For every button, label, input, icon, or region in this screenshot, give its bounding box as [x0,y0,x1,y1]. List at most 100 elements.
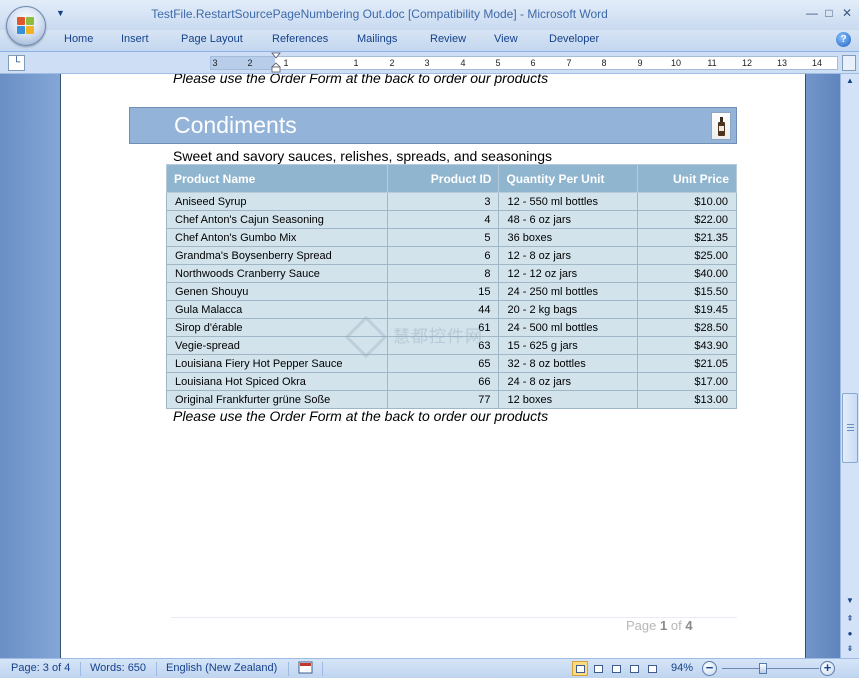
cell-product-name: Northwoods Cranberry Sauce [166,264,388,283]
cell-product-id: 8 [386,264,500,283]
close-button[interactable]: ✕ [838,4,856,22]
cell-quantity: 24 - 8 oz jars [498,372,639,391]
scroll-thumb[interactable] [842,393,858,463]
order-form-note-top: Please use the Order Form at the back to… [173,74,549,86]
browse-object-button[interactable]: ● [842,627,858,641]
office-button[interactable] [6,6,46,46]
cell-unit-price: $13.00 [637,390,737,409]
cell-quantity: 12 - 12 oz jars [498,264,639,283]
category-title: Condiments [174,112,297,138]
cell-product-name: Aniseed Syrup [166,192,388,211]
document-area: Please use the Order Form at the back to… [0,74,840,658]
view-ruler-button[interactable] [842,55,856,71]
tab-review[interactable]: Review [430,33,466,45]
ruler-number: 10 [670,58,682,68]
cell-quantity: 12 - 8 oz jars [498,246,639,265]
status-page-number[interactable]: Page: 3 of 4 [11,662,70,674]
status-word-count[interactable]: Words: 650 [90,662,146,674]
table-row: Chef Anton's Cajun Seasoning 4 48 - 6 oz j… [166,210,737,229]
tab-developer[interactable]: Developer [549,33,599,45]
tab-mailings[interactable]: Mailings [357,33,397,45]
cell-unit-price: $19.45 [637,300,737,319]
zoom-slider-track[interactable] [722,668,819,669]
cell-unit-price: $22.00 [637,210,737,229]
ruler-number: 4 [460,58,466,68]
ruler-number: 7 [566,58,572,68]
ruler-number: 2 [247,58,253,68]
ruler-number: 11 [707,58,717,68]
ruler-left-margin [211,57,275,69]
table-row: Chef Anton's Gumbo Mix 5 36 boxes $21.35 [166,228,737,247]
cell-product-id: 44 [386,300,500,319]
cell-product-name: Chef Anton's Cajun Seasoning [166,210,388,229]
ruler-number: 8 [601,58,607,68]
cell-quantity: 36 boxes [498,228,639,247]
cell-product-id: 77 [386,390,500,409]
tab-references[interactable]: References [272,33,328,45]
column-header-quantity: Quantity Per Unit [498,164,639,193]
outline-view-button[interactable] [626,661,642,676]
macro-record-icon[interactable] [298,661,314,678]
draft-icon [648,665,657,673]
zoom-in-button[interactable]: + [820,661,835,676]
office-logo-icon [17,17,35,35]
document-page[interactable]: Please use the Order Form at the back to… [60,74,806,658]
cell-product-id: 15 [386,282,500,301]
category-description: Sweet and savory sauces, relishes, sprea… [173,148,552,164]
maximize-button[interactable]: □ [820,4,838,22]
cell-unit-price: $21.35 [637,228,737,247]
order-form-note-bottom: Please use the Order Form at the back to… [173,408,549,424]
vertical-scrollbar[interactable]: ▲ ▼ ⇞ ● ⇟ [840,74,859,658]
cell-product-id: 65 [386,354,500,373]
print-layout-view-button[interactable] [572,661,588,676]
minimize-button[interactable]: — [803,4,821,22]
cell-unit-price: $40.00 [637,264,737,283]
ruler-number: 12 [741,58,753,68]
help-icon[interactable]: ? [836,32,851,47]
zoom-out-button[interactable]: − [702,661,717,676]
status-bar: Page: 3 of 4 Words: 650 English (New Zea… [0,658,859,678]
category-picture[interactable] [711,112,731,140]
full-screen-reading-button[interactable] [590,661,606,676]
status-language[interactable]: English (New Zealand) [166,662,277,674]
column-header-unit-price: Unit Price [637,164,737,193]
table-row: Louisiana Hot Spiced Okra 66 24 - 8 oz jar… [166,372,737,391]
table-row: Original Frankfurter grüne Soße 77 12 boxe… [166,390,737,409]
cell-product-name: Louisiana Fiery Hot Pepper Sauce [166,354,388,373]
ruler-number: 5 [495,58,501,68]
table-row: Aniseed Syrup 3 12 - 550 ml bottles $10.00 [166,192,737,211]
tab-home[interactable]: Home [64,33,93,45]
print-layout-icon [576,665,585,673]
cell-unit-price: $21.05 [637,354,737,373]
next-page-button[interactable]: ⇟ [842,642,858,656]
zoom-level[interactable]: 94% [671,662,693,674]
horizontal-ruler[interactable]: 3 2 1 1 2 3 4 5 6 7 8 9 10 11 12 13 14 [210,56,838,70]
cell-quantity: 12 boxes [498,390,639,409]
page-footer: Page 1 of 4 [626,618,693,633]
ruler-number: 1 [283,58,289,68]
tab-page-layout[interactable]: Page Layout [181,33,243,45]
footer-page-word: Page [626,618,657,633]
cell-product-name: Grandma's Boysenberry Spread [166,246,388,265]
cell-product-id: 4 [386,210,500,229]
previous-page-button[interactable]: ⇞ [842,612,858,626]
category-header: Condiments [129,107,737,144]
cell-product-name: Gula Malacca [166,300,388,319]
ruler-number: 13 [776,58,788,68]
ruler-number: 3 [212,58,218,68]
reading-icon [594,665,603,673]
cell-quantity: 32 - 8 oz bottles [498,354,639,373]
scroll-down-button[interactable]: ▼ [842,594,858,608]
products-table: Product Name Product ID Quantity Per Uni… [166,164,737,409]
draft-view-button[interactable] [644,661,660,676]
zoom-slider-thumb[interactable] [759,663,767,674]
indent-marker-icon[interactable] [271,52,281,74]
title-bar: ▼ TestFile.RestartSourcePageNumbering Ou… [0,0,859,30]
scroll-up-button[interactable]: ▲ [842,74,858,88]
tab-insert[interactable]: Insert [121,33,149,45]
ruler-number: 6 [530,58,536,68]
web-layout-view-button[interactable] [608,661,624,676]
ruler-number: 9 [637,58,643,68]
tab-stop-selector[interactable]: └ [8,55,25,71]
tab-view[interactable]: View [494,33,518,45]
